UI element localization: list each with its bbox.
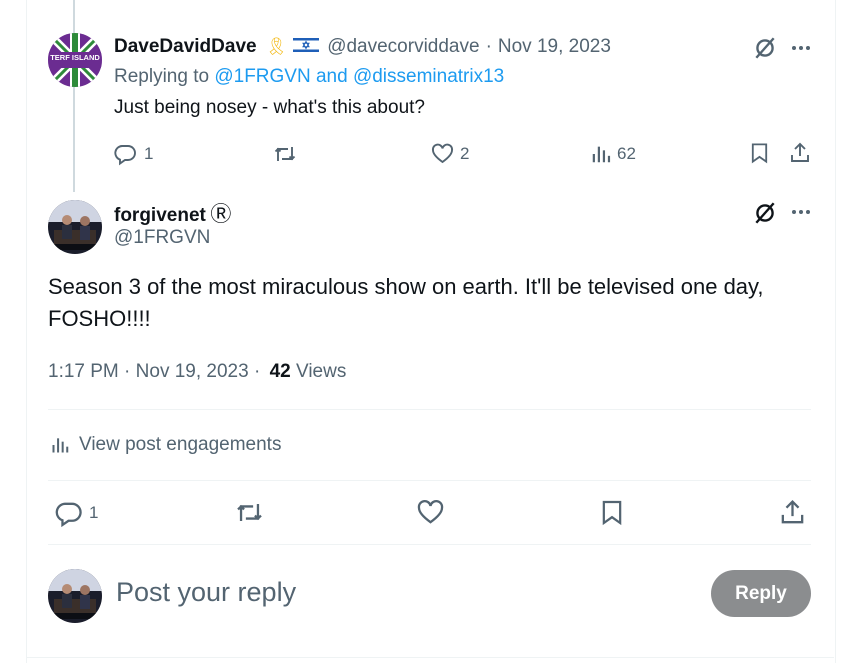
views-action-button[interactable]: 62: [590, 141, 636, 167]
author-name[interactable]: DaveDavidDave: [114, 36, 257, 58]
flag-emoji-icon: [293, 35, 320, 59]
registered-mark: Ⓡ: [210, 203, 232, 226]
share-icon[interactable]: [788, 141, 812, 165]
bottom-divider: [27, 657, 834, 658]
reply-action-button[interactable]: 1: [54, 498, 98, 528]
replying-to-users[interactable]: @1FRGVN and @disseminatrix13: [214, 66, 504, 87]
avatar-logo-text: TERF ISLAND: [50, 53, 100, 62]
avatar-current-user[interactable]: [48, 569, 102, 623]
author-name[interactable]: forgivenet: [114, 205, 206, 226]
avatar-davedaviddave[interactable]: TERF ISLAND: [48, 33, 102, 87]
reply-tweet-text: Just being nosey - what's this about?: [114, 97, 425, 118]
author-handle[interactable]: @davecorviddave: [327, 36, 479, 58]
retweet-action-button[interactable]: [234, 498, 265, 527]
separator-dot: ·: [253, 361, 261, 382]
divider: [48, 409, 811, 410]
divider: [48, 480, 811, 481]
view-engagements-link[interactable]: View post engagements: [50, 432, 281, 458]
bookmark-icon[interactable]: [598, 498, 626, 527]
thread-connector-line: [73, 0, 75, 192]
reply-action-button[interactable]: 1: [113, 141, 153, 167]
avatar-forgivenet[interactable]: [48, 200, 102, 254]
view-engagements-label: View post engagements: [79, 434, 282, 455]
like-count: 2: [460, 144, 470, 163]
replying-to-line: Replying to @1FRGVN and @disseminatrix13: [114, 66, 504, 88]
grok-icon[interactable]: [752, 35, 778, 61]
tweet-meta-line: 1:17 PM · Nov 19, 2023 · 42 Views: [48, 361, 346, 383]
grok-icon[interactable]: [752, 200, 778, 226]
tweet-date[interactable]: Nov 19, 2023: [136, 361, 249, 382]
replying-to-prefix: Replying to: [114, 66, 215, 87]
more-options-icon[interactable]: [789, 36, 813, 60]
like-action-button[interactable]: 2: [430, 141, 469, 167]
main-tweet-author: forgivenet Ⓡ: [114, 198, 231, 228]
reply-button[interactable]: Reply: [711, 570, 811, 617]
divider: [48, 544, 811, 545]
retweet-action-button[interactable]: [272, 141, 298, 167]
views-label: Views: [296, 361, 347, 382]
bookmark-icon[interactable]: [748, 141, 771, 165]
reply-count: 1: [144, 144, 154, 163]
share-icon[interactable]: [778, 498, 807, 527]
separator-dot: ·: [124, 361, 131, 382]
like-action-button[interactable]: [416, 498, 445, 527]
tweet-time[interactable]: 1:17 PM: [48, 361, 119, 382]
views-count: 62: [617, 144, 636, 163]
ribbon-emoji: 🎗: [265, 37, 288, 56]
main-tweet-text: Season 3 of the most miraculous show on …: [48, 274, 764, 331]
reply-tweet-header: DaveDavidDave 🎗 🇮🇱 @davecorviddave · Nov…: [114, 35, 611, 59]
reply-count: 1: [89, 503, 99, 522]
more-options-icon[interactable]: [789, 200, 813, 224]
tweet-date[interactable]: Nov 19, 2023: [498, 36, 611, 58]
author-handle[interactable]: @1FRGVN: [114, 227, 210, 249]
views-count: 42: [269, 361, 291, 382]
reply-composer-input[interactable]: Post your reply: [116, 577, 296, 608]
separator-dot: ·: [485, 36, 492, 57]
